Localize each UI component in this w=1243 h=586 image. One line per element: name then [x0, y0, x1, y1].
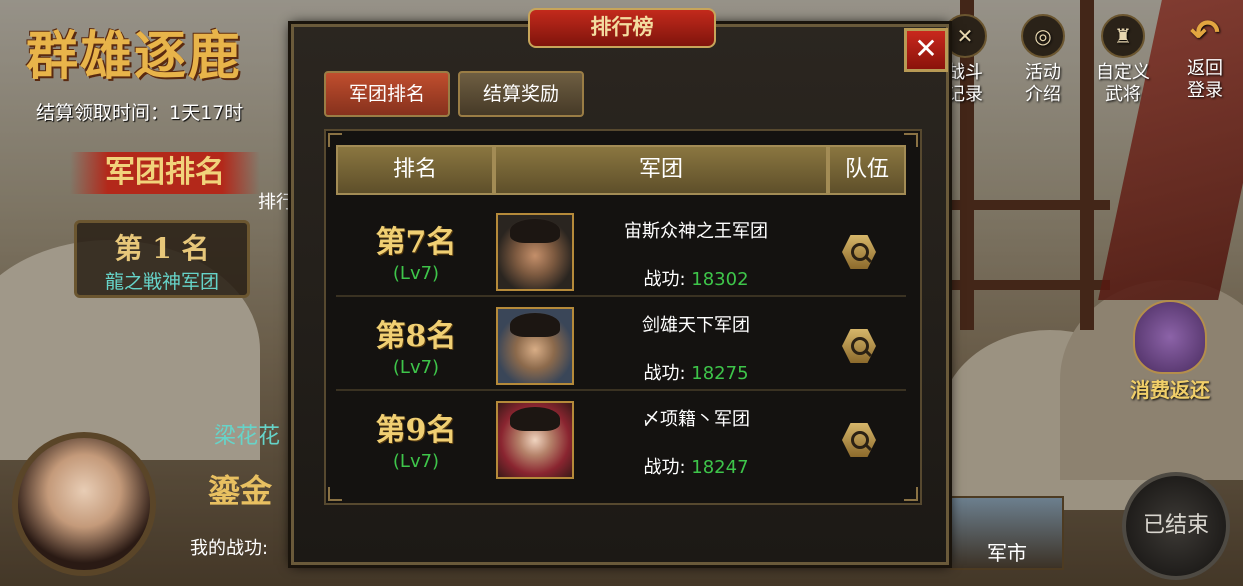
- side-rank-label[interactable]: 排行: [258, 188, 294, 214]
- legion-name: 剑雄天下军团: [642, 315, 750, 336]
- rank-cell: 第9名 (Lv7): [356, 405, 476, 472]
- rank-text: 第8名: [375, 319, 457, 354]
- header-rank: 排名: [336, 145, 494, 195]
- view-team-button[interactable]: [842, 423, 876, 457]
- power-value: 18275: [691, 363, 749, 384]
- legion-name: 宙斯众神之王军团: [624, 221, 768, 242]
- event-title: 群雄逐鹿: [26, 26, 243, 87]
- table-row: 第7名 (Lv7) 宙斯众神之王军团 战功: 18302: [336, 203, 906, 297]
- refund-label: 消费返还: [1130, 378, 1210, 402]
- power-label: 战功:: [643, 363, 686, 384]
- level-text: (Lv7): [392, 451, 440, 472]
- header-team: 队伍: [828, 145, 906, 195]
- legion-power: 战功: 18302: [586, 265, 806, 291]
- player-avatar[interactable]: [12, 432, 156, 576]
- table-row: 第9名 (Lv7) 〆项籍丶军团 战功: 18247: [336, 391, 906, 483]
- back-arrow-icon: ↶: [1189, 13, 1221, 54]
- legion-power: 战功: 18247: [586, 453, 806, 479]
- power-label: 战功:: [643, 269, 686, 290]
- table-row: 第8名 (Lv7) 剑雄天下军团 战功: 18275: [336, 297, 906, 391]
- tab-legion-rank[interactable]: 军团排名: [324, 71, 450, 117]
- legion-leader-portrait: [496, 213, 574, 291]
- rank-cell: 第8名 (Lv7): [356, 311, 476, 378]
- legion-rank-banner: 军团排名: [70, 152, 260, 194]
- return-login-label: 返回 登录: [1187, 58, 1223, 101]
- view-team-button[interactable]: [842, 235, 876, 269]
- power-value: 18302: [691, 269, 749, 290]
- refund-button[interactable]: 消费返还: [1120, 300, 1220, 403]
- first-place-box: 第 1 名 龍之戦神军团: [74, 220, 250, 298]
- ended-button[interactable]: 已结束: [1122, 472, 1230, 580]
- gold-label: 鎏金: [208, 472, 273, 510]
- modal-title: 排行榜: [528, 8, 716, 48]
- tab-settle-reward[interactable]: 结算奖励: [458, 71, 584, 117]
- ranking-panel: 排名 军团 队伍 第7名 (Lv7) 宙斯众神之王军团 战功: 18302 第8…: [324, 129, 922, 505]
- level-text: (Lv7): [392, 357, 440, 378]
- rank-text: 第7名: [375, 225, 457, 260]
- player-name: 梁花花: [214, 424, 281, 449]
- my-score-label: 我的战功:: [190, 538, 269, 559]
- market-button[interactable]: 军市: [950, 496, 1064, 570]
- custom-general-label: 自定义 武将: [1096, 62, 1150, 105]
- settle-time: 结算领取时间：1天17时: [36, 102, 244, 124]
- power-value: 18247: [691, 457, 749, 478]
- leaderboard-modal: 军团排名 结算奖励 排名 军团 队伍 第7名 (Lv7) 宙斯众神之王军团 战功…: [291, 24, 949, 565]
- first-place-legion: 龍之戦神军团: [104, 271, 219, 293]
- money-bag-icon: [1133, 300, 1207, 374]
- activity-intro-label: 活动 介绍: [1025, 62, 1061, 105]
- legion-power: 战功: 18275: [586, 359, 806, 385]
- rank-cell: 第7名 (Lv7): [356, 217, 476, 284]
- activity-intro-button[interactable]: ◎ 活动 介绍: [1012, 14, 1074, 106]
- legion-leader-portrait: [496, 307, 574, 385]
- custom-general-button[interactable]: ♜ 自定义 武将: [1088, 14, 1158, 106]
- activity-icon: ◎: [1021, 14, 1065, 58]
- market-label: 军市: [987, 541, 1027, 565]
- legion-name: 〆项籍丶军团: [642, 409, 750, 430]
- crossed-swords-icon: ✕: [943, 14, 987, 58]
- level-text: (Lv7): [392, 263, 440, 284]
- close-button[interactable]: ✕: [904, 28, 948, 72]
- first-place-rank: 第 1 名: [114, 232, 210, 265]
- header-legion: 军团: [494, 145, 828, 195]
- general-icon: ♜: [1101, 14, 1145, 58]
- rank-text: 第9名: [375, 413, 457, 448]
- view-team-button[interactable]: [842, 329, 876, 363]
- power-label: 战功:: [643, 457, 686, 478]
- legion-leader-portrait: [496, 401, 574, 479]
- return-login-button[interactable]: ↶ 返回 登录: [1174, 14, 1236, 102]
